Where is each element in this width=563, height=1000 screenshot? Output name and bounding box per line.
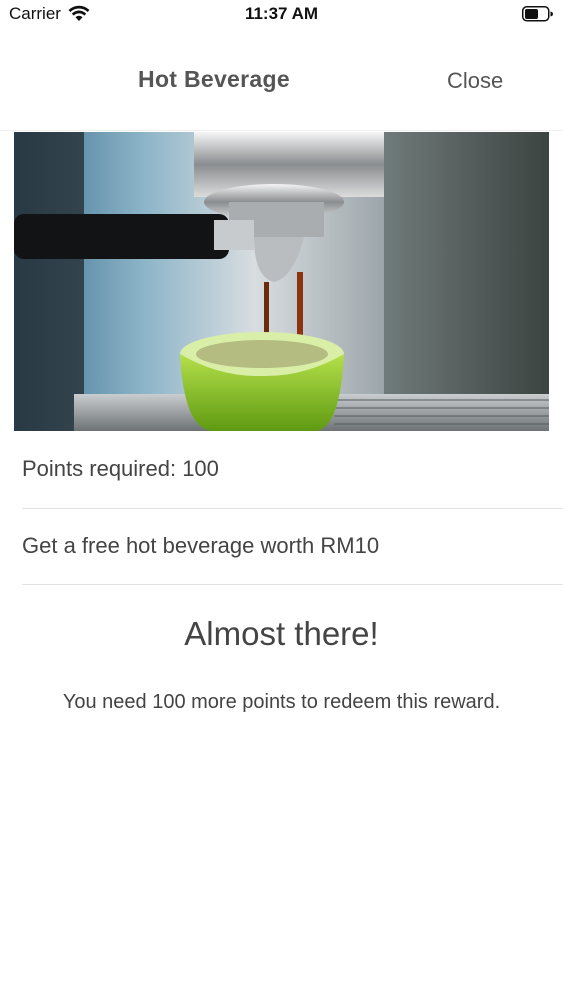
divider <box>22 508 563 509</box>
close-button[interactable]: Close <box>447 68 503 94</box>
status-time: 11:37 AM <box>244 4 319 23</box>
status-bar: Carrier 11:37 AM <box>0 0 563 30</box>
espresso-machine-photo <box>14 132 549 431</box>
redeem-status-message: You need 100 more points to redeem this … <box>62 691 501 713</box>
divider <box>22 584 563 585</box>
nav-header: Hot Beverage Close <box>0 30 563 131</box>
points-required-label: Points required: 100 <box>22 456 219 481</box>
reward-image <box>14 132 549 431</box>
battery-icon <box>522 6 553 22</box>
reward-description: Get a free hot beverage worth RM10 <box>22 533 380 558</box>
page-title: Hot Beverage <box>138 66 290 92</box>
redeem-status-heading: Almost there! <box>184 615 379 652</box>
